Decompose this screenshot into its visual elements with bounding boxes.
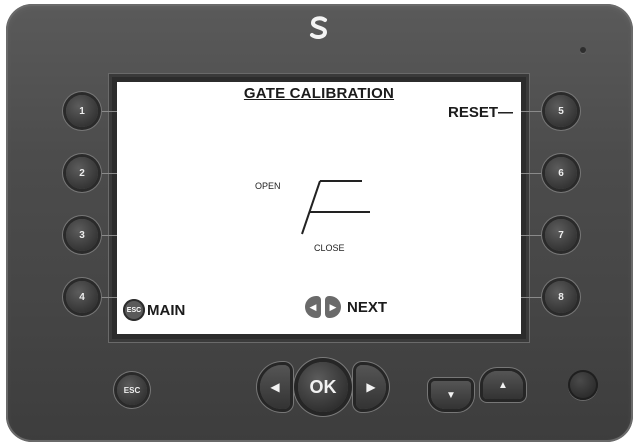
- fkey-2-line: [98, 173, 117, 174]
- rotary-knob[interactable]: [568, 370, 598, 400]
- open-label: OPEN: [255, 181, 281, 191]
- function-key-8[interactable]: 8: [545, 281, 577, 313]
- function-key-4[interactable]: 4: [66, 281, 98, 313]
- ok-button[interactable]: OK: [298, 362, 348, 412]
- fkey-7-line: [521, 235, 545, 236]
- left-arrow-hint-icon: ◀: [305, 296, 321, 318]
- main-softkey-hint: ESC MAIN: [123, 299, 185, 321]
- next-softkey-hint: ◀ ▶ NEXT: [305, 296, 387, 318]
- right-arrow-hint-icon: ▶: [325, 296, 341, 318]
- main-label: MAIN: [147, 301, 186, 319]
- fkey-3-line: [98, 235, 117, 236]
- brand-logo-icon: [310, 16, 328, 39]
- function-key-2[interactable]: 2: [66, 157, 98, 189]
- function-key-1[interactable]: 1: [66, 95, 98, 127]
- fkey-8-line: [521, 297, 545, 298]
- function-key-6[interactable]: 6: [545, 157, 577, 189]
- function-key-5[interactable]: 5: [545, 95, 577, 127]
- esc-button[interactable]: ESC: [117, 375, 147, 405]
- reset-softkey-label: RESET—: [447, 104, 513, 121]
- fkey-4-line: [98, 297, 117, 298]
- esc-badge-icon: ESC: [123, 299, 145, 321]
- function-key-7[interactable]: 7: [545, 219, 577, 251]
- screen-title: GATE CALIBRATION: [243, 85, 395, 102]
- up-arrow-button[interactable]: ▲: [483, 371, 523, 399]
- lcd-screen: GATE CALIBRATION RESET— OPEN CLOSE ESC M…: [117, 82, 521, 334]
- down-arrow-button[interactable]: ▼: [431, 381, 471, 409]
- gate-position-diagram: [301, 180, 370, 235]
- light-sensor: [580, 47, 586, 53]
- fkey-1-line: [98, 111, 117, 112]
- close-label: CLOSE: [314, 243, 345, 253]
- next-label: NEXT: [347, 298, 388, 316]
- fkey-5-line: [521, 111, 545, 112]
- function-key-3[interactable]: 3: [66, 219, 98, 251]
- fkey-6-line: [521, 173, 545, 174]
